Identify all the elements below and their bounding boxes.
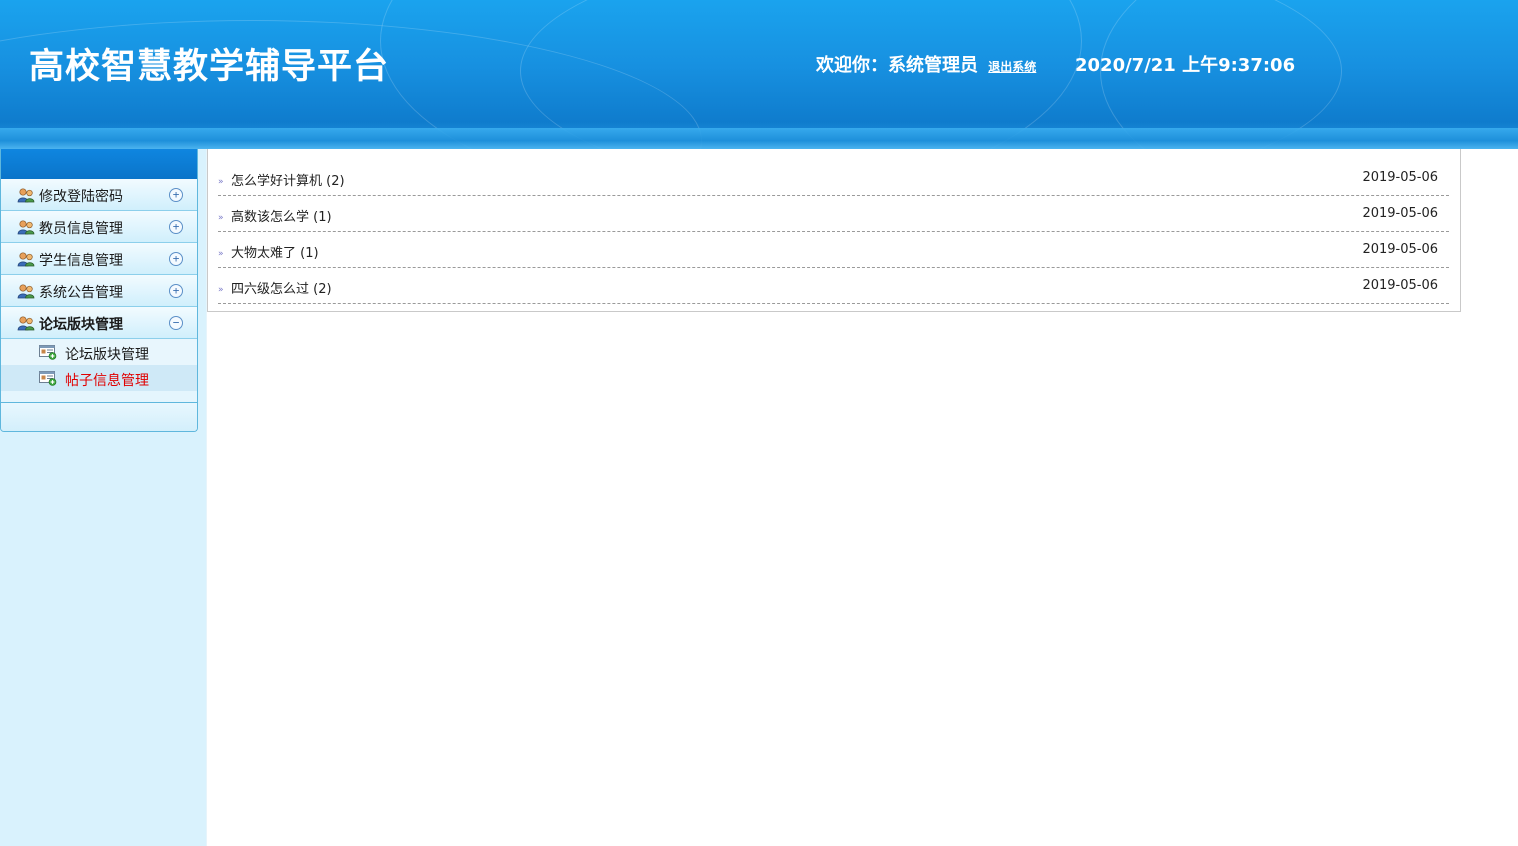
double-arrow-icon: » xyxy=(218,285,224,295)
datetime-display: 2020/7/21 上午9:37:06 xyxy=(1075,55,1296,76)
double-arrow-icon: » xyxy=(218,177,224,187)
submenu-item-forum-sections[interactable]: 论坛版块管理 xyxy=(1,339,197,365)
expand-icon[interactable]: + xyxy=(169,284,183,298)
banner-bottom-band xyxy=(0,128,1518,149)
logout-link[interactable]: 退出系统 xyxy=(988,60,1036,74)
users-icon xyxy=(17,188,35,203)
double-arrow-icon: » xyxy=(218,213,224,223)
document-add-icon xyxy=(39,345,57,360)
users-icon xyxy=(17,220,35,235)
expand-icon[interactable]: + xyxy=(169,188,183,202)
menu-item-student-info[interactable]: 学生信息管理 + xyxy=(1,243,197,275)
menu-item-label: 系统公告管理 xyxy=(39,285,123,301)
post-date: 2019-05-06 xyxy=(1362,170,1438,185)
menu-item-announcements[interactable]: 系统公告管理 + xyxy=(1,275,197,307)
expand-icon[interactable]: + xyxy=(169,252,183,266)
menu-item-forum-sections[interactable]: 论坛版块管理 − xyxy=(1,307,197,339)
sidebar: 修改登陆密码 + 教员信息管理 + 学生信息管理 + 系统公告管理 + 论坛版块… xyxy=(0,149,207,846)
post-date: 2019-05-06 xyxy=(1362,242,1438,257)
post-row: » 怎么学好计算机 (2) 2019-05-06 xyxy=(218,161,1449,196)
menu-item-label: 学生信息管理 xyxy=(39,253,123,269)
menu-item-teacher-info[interactable]: 教员信息管理 + xyxy=(1,211,197,243)
post-date: 2019-05-06 xyxy=(1362,206,1438,221)
submenu-item-label: 论坛版块管理 xyxy=(65,347,149,363)
users-icon xyxy=(17,284,35,299)
welcome-area: 欢迎你：系统管理员 退出系统 xyxy=(816,51,1036,77)
welcome-text: 欢迎你：系统管理员 xyxy=(816,55,978,76)
post-row: » 大物太难了 (1) 2019-05-06 xyxy=(218,233,1449,268)
post-list: » 怎么学好计算机 (2) 2019-05-06 » 高数该怎么学 (1) 20… xyxy=(218,161,1449,305)
menu-item-label: 论坛版块管理 xyxy=(39,317,123,333)
post-date: 2019-05-06 xyxy=(1362,278,1438,293)
users-icon xyxy=(17,252,35,267)
double-arrow-icon: » xyxy=(218,249,224,259)
post-row: » 四六级怎么过 (2) 2019-05-06 xyxy=(218,269,1449,304)
post-title-link[interactable]: 高数该怎么学 (1) xyxy=(231,206,332,225)
submenu-item-label: 帖子信息管理 xyxy=(65,373,149,389)
menu-item-label: 修改登陆密码 xyxy=(39,189,123,205)
menu-item-change-password[interactable]: 修改登陆密码 + xyxy=(1,179,197,211)
menu-header-bar xyxy=(1,149,197,179)
document-add-icon xyxy=(39,371,57,386)
site-title: 高校智慧教学辅导平台 xyxy=(29,47,390,87)
post-row: » 高数该怎么学 (1) 2019-05-06 xyxy=(218,197,1449,232)
post-title-link[interactable]: 大物太难了 (1) xyxy=(231,242,319,261)
post-list-panel: » 怎么学好计算机 (2) 2019-05-06 » 高数该怎么学 (1) 20… xyxy=(207,149,1461,312)
menu-footer xyxy=(1,402,197,431)
header-banner: 高校智慧教学辅导平台 欢迎你：系统管理员 退出系统 2020/7/21 上午9:… xyxy=(0,0,1518,149)
collapse-icon[interactable]: − xyxy=(169,316,183,330)
menu-item-label: 教员信息管理 xyxy=(39,221,123,237)
expand-icon[interactable]: + xyxy=(169,220,183,234)
submenu-item-post-info[interactable]: 帖子信息管理 xyxy=(1,365,197,391)
sidebar-menu: 修改登陆密码 + 教员信息管理 + 学生信息管理 + 系统公告管理 + 论坛版块… xyxy=(0,149,198,432)
post-title-link[interactable]: 怎么学好计算机 (2) xyxy=(231,170,345,189)
users-icon xyxy=(17,316,35,331)
post-title-link[interactable]: 四六级怎么过 (2) xyxy=(231,278,332,297)
